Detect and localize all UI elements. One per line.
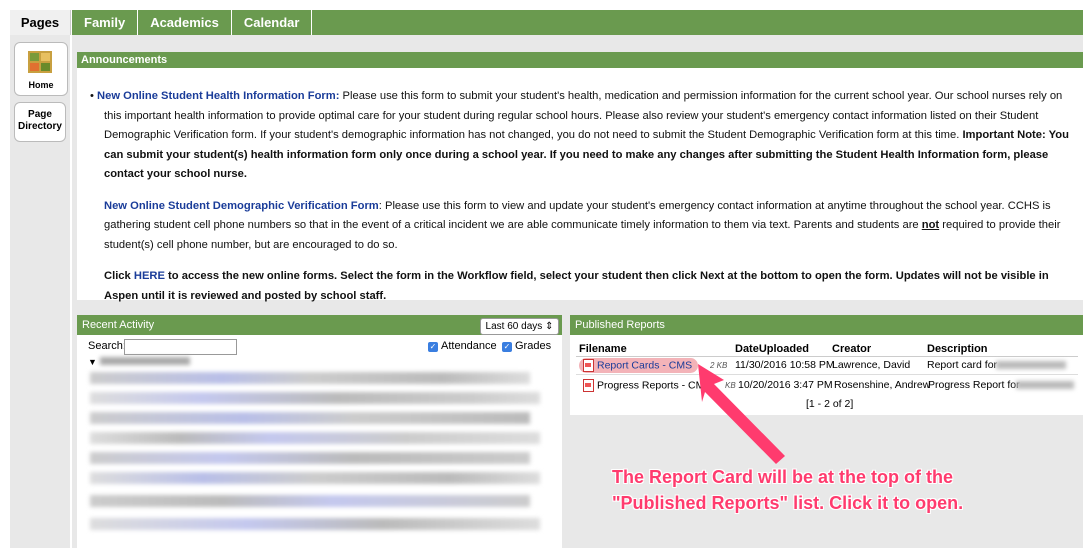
announcement-demographic: New Online Student Demographic Verificat… xyxy=(104,197,1074,256)
annotation-line-1: The Report Card will be at the top of th… xyxy=(612,467,954,487)
forms-text: to access the new online forms. Select t… xyxy=(104,270,1049,302)
annotation-line-2: "Published Reports" list. Click it to op… xyxy=(612,493,964,513)
announcements-body: • New Online Student Health Information … xyxy=(90,87,1074,318)
select-arrows-icon: ⇕ xyxy=(545,321,554,332)
page-directory-label-line1: Page xyxy=(28,109,52,120)
tab-family[interactable]: Family xyxy=(72,10,139,35)
progress-report-link[interactable]: Progress Reports - CM xyxy=(583,379,704,392)
here-link[interactable]: HERE xyxy=(134,270,165,282)
announcement-forms: Click HERE to access the new online form… xyxy=(104,267,1074,306)
progress-report-filename: Progress Reports - CM xyxy=(597,379,705,392)
home-tab[interactable]: Home xyxy=(14,42,68,96)
progress-report-description: Progress Report for xyxy=(928,379,1020,391)
click-text: Click xyxy=(104,270,134,282)
header-divider xyxy=(576,356,1078,357)
search-label: Search: xyxy=(88,340,126,352)
search-input[interactable] xyxy=(124,339,237,355)
report-card-creator: Lawrence, David xyxy=(832,359,911,371)
health-form-link[interactable]: New Online Student Health Information Fo… xyxy=(97,90,339,102)
report-card-filename: Report Cards - CMS xyxy=(597,359,693,372)
announcement-health: • New Online Student Health Information … xyxy=(90,90,1069,180)
pdf-icon xyxy=(583,359,594,372)
date-range-value: Last 60 days xyxy=(485,321,543,332)
annotation-arrow-icon xyxy=(698,364,785,464)
grades-checkbox[interactable]: ✓ xyxy=(502,342,512,352)
annotation-text: The Report Card will be at the top of th… xyxy=(612,464,1032,516)
announcements-title: Announcements xyxy=(77,52,1083,68)
blurred-student-name xyxy=(996,361,1066,369)
attendance-label: Attendance xyxy=(441,340,497,352)
report-card-description: Report card for xyxy=(927,359,998,371)
grades-label: Grades xyxy=(515,340,552,352)
pages-header: Pages xyxy=(10,10,71,35)
tab-calendar[interactable]: Calendar xyxy=(232,10,313,35)
report-card-link[interactable]: Report Cards - CMS xyxy=(579,358,699,373)
col-description[interactable]: Description xyxy=(927,343,988,355)
blurred-student-name xyxy=(1016,381,1074,389)
attendance-checkbox[interactable]: ✓ xyxy=(428,342,438,352)
page-directory-label-line2: Directory xyxy=(18,121,62,132)
col-date-uploaded[interactable]: DateUploaded xyxy=(735,343,809,355)
published-reports-title: Published Reports xyxy=(570,315,1083,335)
expand-arrow-icon[interactable]: ▼ xyxy=(88,357,97,367)
pdf-icon xyxy=(583,379,594,392)
tab-academics[interactable]: Academics xyxy=(138,10,232,35)
row-divider xyxy=(576,374,1078,375)
home-icon xyxy=(28,51,52,73)
progress-report-creator: Rosenshine, Andrew xyxy=(834,379,931,391)
demographic-form-link[interactable]: New Online Student Demographic Verificat… xyxy=(104,200,379,212)
page-directory-tab[interactable]: Page Directory xyxy=(14,102,66,142)
pager: [1 - 2 of 2] xyxy=(806,398,854,410)
col-filename[interactable]: Filename xyxy=(579,343,627,355)
top-nav: Family Academics Calendar xyxy=(72,10,1083,35)
col-creator[interactable]: Creator xyxy=(832,343,871,355)
date-range-select[interactable]: Last 60 days ⇕ xyxy=(480,318,559,335)
home-label: Home xyxy=(28,80,54,90)
not-emphasis: not xyxy=(921,219,940,231)
